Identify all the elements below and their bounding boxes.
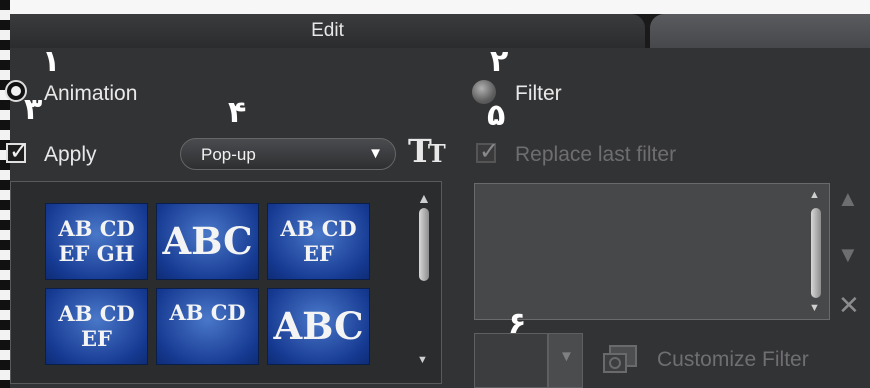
animation-thumbnail[interactable]: AB CD EF GH: [45, 203, 148, 280]
move-down-icon[interactable]: ▼: [837, 242, 859, 268]
chevron-down-icon: ▼: [559, 348, 574, 365]
animation-thumbnail[interactable]: AB CD EF: [267, 203, 370, 280]
animation-type-dropdown[interactable]: Pop-up ▼: [180, 138, 396, 170]
annotation-marker-5: ۵: [487, 98, 506, 133]
chevron-down-icon: ▼: [368, 145, 383, 162]
scroll-down-icon[interactable]: ▼: [809, 302, 820, 314]
scrollbar-thumb[interactable]: [419, 208, 429, 281]
annotation-marker-1: ١: [42, 44, 61, 79]
customize-filter-icon[interactable]: [600, 342, 640, 376]
dropdown-value: Pop-up: [201, 145, 256, 164]
tab-secondary[interactable]: [650, 14, 870, 48]
filter-preset-dropdown-button[interactable]: ▼: [548, 333, 583, 388]
annotation-marker-6: ۶: [508, 306, 527, 341]
text-style-icon[interactable]: TT: [408, 134, 446, 171]
left-edge-stripe: [0, 0, 10, 388]
scrollbar-thumb[interactable]: [811, 208, 821, 298]
apply-checkbox[interactable]: ✓: [6, 138, 29, 165]
filter-list: ▲ ▼: [474, 183, 830, 320]
animation-thumbnail-list: AB CD EF GH ABC AB CD EF AB CD EF AB CD …: [10, 181, 442, 384]
remove-icon[interactable]: ✕: [838, 290, 860, 321]
animation-thumbnail[interactable]: ABC: [267, 288, 370, 365]
customize-filter-label: Customize Filter: [657, 348, 809, 371]
animation-thumbnail[interactable]: AB CD: [156, 288, 259, 365]
annotation-marker-3: ٣: [24, 92, 43, 127]
tab-edit[interactable]: Edit: [10, 14, 645, 48]
replace-last-filter-label: Replace last filter: [515, 143, 677, 166]
annotation-marker-2: ٢: [490, 44, 509, 79]
animation-label: Animation: [44, 82, 138, 105]
move-up-icon[interactable]: ▲: [837, 186, 859, 212]
top-bar: [10, 0, 870, 14]
filter-label: Filter: [515, 82, 562, 105]
scroll-up-icon[interactable]: ▲: [417, 190, 431, 206]
apply-label: Apply: [44, 143, 97, 166]
filter-preset-combo[interactable]: [474, 333, 548, 388]
scroll-down-icon[interactable]: ▼: [417, 354, 428, 366]
animation-thumbnail[interactable]: ABC: [156, 203, 259, 280]
replace-last-filter-checkbox[interactable]: ✓: [476, 138, 499, 165]
animation-thumbnail[interactable]: AB CD EF: [45, 288, 148, 365]
scroll-up-icon[interactable]: ▲: [809, 189, 820, 201]
annotation-marker-4: ۴: [228, 95, 247, 130]
